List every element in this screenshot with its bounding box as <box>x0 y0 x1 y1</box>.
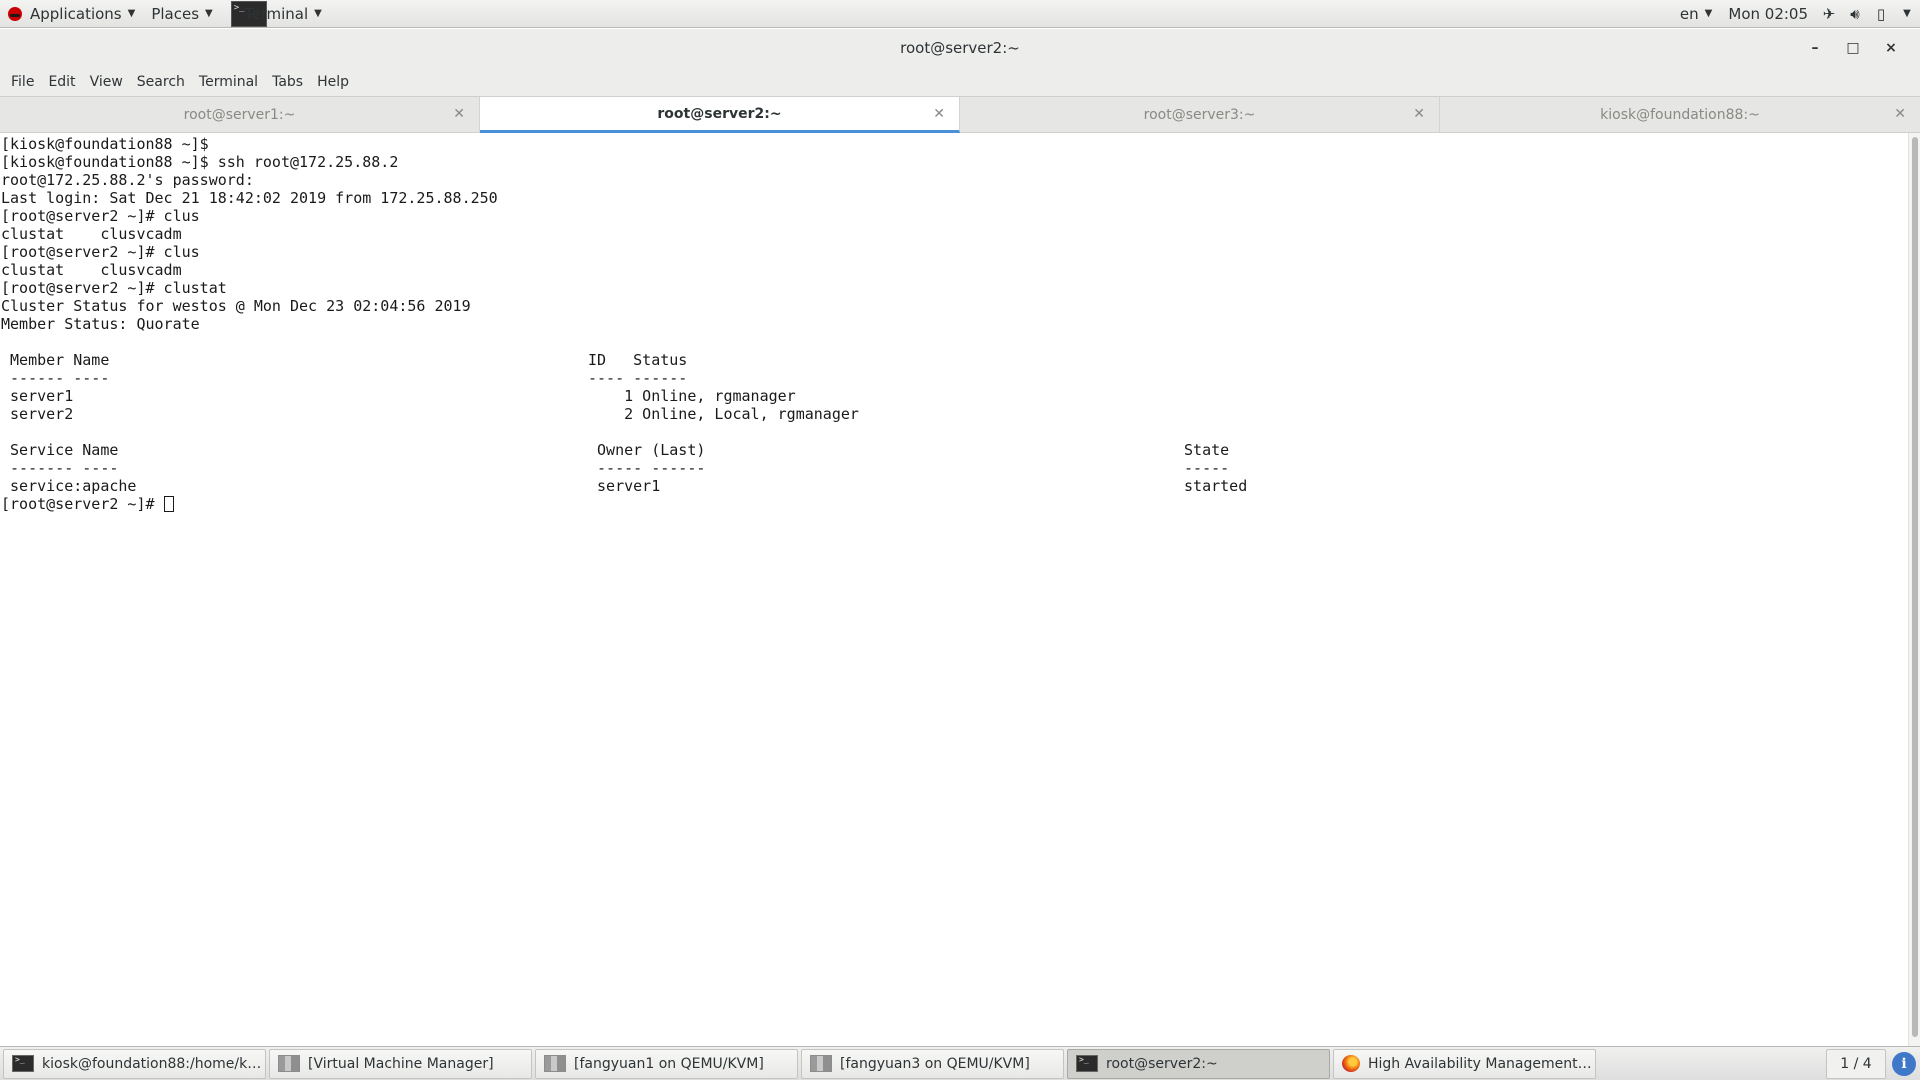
tab-server2[interactable]: root@server2:~ ✕ <box>480 97 960 133</box>
firefox-icon <box>1342 1055 1360 1072</box>
close-icon[interactable]: ✕ <box>1894 106 1906 122</box>
close-button[interactable]: × <box>1872 40 1910 56</box>
places-label: Places <box>151 4 200 23</box>
window-title: root@server2:~ <box>900 39 1020 57</box>
terminal-line: Service Name Owner (Last) State <box>1 441 1230 459</box>
volume-icon[interactable]: 🔊︎ <box>1842 5 1868 23</box>
battery-icon[interactable]: ▯ <box>1868 5 1894 23</box>
system-tray: en ▼ Mon 02:05 ✈ 🔊︎ ▯ ▼ <box>1672 0 1920 28</box>
menu-tabs[interactable]: Tabs <box>265 74 310 90</box>
close-icon[interactable]: ✕ <box>453 106 465 122</box>
clock-label: Mon 02:05 <box>1728 4 1808 23</box>
terminal-app-menu[interactable]: Terminal ▼ <box>221 0 330 28</box>
language-label: en <box>1679 4 1699 23</box>
terminal-line: [kiosk@foundation88 ~]$ ssh root@172.25.… <box>1 153 399 171</box>
task-label: root@server2:~ <box>1106 1055 1218 1072</box>
terminal-line: Member Status: Quorate <box>1 315 200 333</box>
bottom-taskbar: kiosk@foundation88:/home/kiosk [Virtual … <box>0 1046 1920 1080</box>
task-kiosk-terminal[interactable]: kiosk@foundation88:/home/kiosk <box>3 1048 266 1079</box>
chevron-down-icon: ▼ <box>127 8 136 19</box>
menubar: File Edit View Search Terminal Tabs Help <box>0 67 1920 96</box>
menu-search[interactable]: Search <box>130 74 192 90</box>
task-label: [fangyuan3 on QEMU/KVM] <box>840 1055 1030 1072</box>
tab-label: root@server2:~ <box>657 105 782 122</box>
chevron-down-icon: ▼ <box>1704 8 1713 19</box>
terminal-line: ------- ---- ----- ------ ----- <box>1 459 1230 477</box>
terminal-line: [kiosk@foundation88 ~]$ <box>1 135 209 153</box>
top-panel: Applications ▼ Places ▼ Terminal ▼ en ▼ … <box>0 0 1920 28</box>
applications-menu[interactable]: Applications ▼ <box>0 0 143 28</box>
chevron-down-icon: ▼ <box>205 8 213 19</box>
chevron-down-icon[interactable]: ▼ <box>1894 8 1920 19</box>
terminal-line: server1 1 Online, rgmanager <box>1 387 796 405</box>
terminal-line: server2 2 Online, Local, rgmanager <box>1 405 859 423</box>
terminal-output[interactable]: [kiosk@foundation88 ~]$ [kiosk@foundatio… <box>0 133 1908 1046</box>
terminal-line: [root@server2 ~]# clus <box>1 207 200 225</box>
maximize-button[interactable]: □ <box>1834 40 1872 56</box>
task-label: [Virtual Machine Manager] <box>308 1055 494 1072</box>
terminal-prompt: [root@server2 ~]# <box>1 495 164 513</box>
tab-label: kiosk@foundation88:~ <box>1600 107 1760 123</box>
task-server2-terminal[interactable]: root@server2:~ <box>1067 1048 1330 1079</box>
terminal-prompt-line[interactable]: [root@server2 ~]# <box>1 495 1908 513</box>
terminal-app-label: Terminal <box>244 4 309 23</box>
task-virt-manager[interactable]: [Virtual Machine Manager] <box>269 1048 532 1079</box>
tab-server1[interactable]: root@server1:~ ✕ <box>0 97 480 133</box>
tab-label: root@server3:~ <box>1143 107 1256 123</box>
task-fangyuan1[interactable]: [fangyuan1 on QEMU/KVM] <box>535 1048 798 1079</box>
task-firefox[interactable]: High Availability Management – M... <box>1333 1048 1596 1079</box>
terminal-line: service:apache server1 started <box>1 477 1248 495</box>
window-controls: – □ × <box>1796 29 1910 67</box>
minimize-button[interactable]: – <box>1796 40 1834 56</box>
tab-foundation88[interactable]: kiosk@foundation88:~ ✕ <box>1440 97 1920 133</box>
redhat-icon <box>8 6 22 21</box>
terminal-line: [root@server2 ~]# clus <box>1 243 200 261</box>
terminal-line: Last login: Sat Dec 21 18:42:02 2019 fro… <box>1 189 498 207</box>
clock[interactable]: Mon 02:05 <box>1720 0 1816 28</box>
virt-manager-icon <box>278 1055 300 1072</box>
menu-help[interactable]: Help <box>310 74 356 90</box>
task-fangyuan3[interactable]: [fangyuan3 on QEMU/KVM] <box>801 1048 1064 1079</box>
task-label: [fangyuan1 on QEMU/KVM] <box>574 1055 764 1072</box>
terminal-line: [root@server2 ~]# clustat <box>1 279 227 297</box>
scrollbar-thumb[interactable] <box>1912 137 1918 1037</box>
applications-label: Applications <box>30 4 122 23</box>
terminal-scrollbar[interactable] <box>1908 133 1920 1046</box>
places-menu[interactable]: Places ▼ <box>143 0 220 28</box>
virt-manager-icon <box>544 1055 566 1072</box>
info-icon[interactable]: i <box>1892 1051 1916 1076</box>
terminal-icon <box>1076 1055 1098 1072</box>
close-icon[interactable]: ✕ <box>933 106 945 122</box>
airplane-mode-icon[interactable]: ✈ <box>1816 5 1842 23</box>
terminal-icon <box>12 1055 34 1072</box>
terminal-line: root@172.25.88.2's password: <box>1 171 254 189</box>
language-selector[interactable]: en ▼ <box>1672 0 1720 28</box>
tab-label: root@server1:~ <box>183 107 296 123</box>
terminal-line: clustat clusvcadm <box>1 225 182 243</box>
chevron-down-icon: ▼ <box>314 8 322 19</box>
window-titlebar[interactable]: root@server2:~ – □ × <box>0 29 1920 67</box>
task-label: High Availability Management – M... <box>1368 1055 1595 1072</box>
terminal-line: Cluster Status for westos @ Mon Dec 23 0… <box>1 297 471 315</box>
menu-edit[interactable]: Edit <box>41 74 82 90</box>
task-label: kiosk@foundation88:/home/kiosk <box>42 1055 265 1072</box>
workspace-switcher[interactable]: 1 / 4 <box>1826 1048 1886 1079</box>
terminal-line: Member Name ID Status <box>1 351 688 369</box>
tab-server3[interactable]: root@server3:~ ✕ <box>960 97 1440 133</box>
close-icon[interactable]: ✕ <box>1413 106 1425 122</box>
terminal-line: clustat clusvcadm <box>1 261 182 279</box>
text-cursor <box>163 496 174 512</box>
terminal-line: ------ ---- ---- ------ <box>1 369 688 387</box>
menu-view[interactable]: View <box>83 74 130 90</box>
menu-file[interactable]: File <box>4 74 41 90</box>
tab-bar: root@server1:~ ✕ root@server2:~ ✕ root@s… <box>0 96 1920 133</box>
menu-terminal[interactable]: Terminal <box>192 74 265 90</box>
virt-manager-icon <box>810 1055 832 1072</box>
